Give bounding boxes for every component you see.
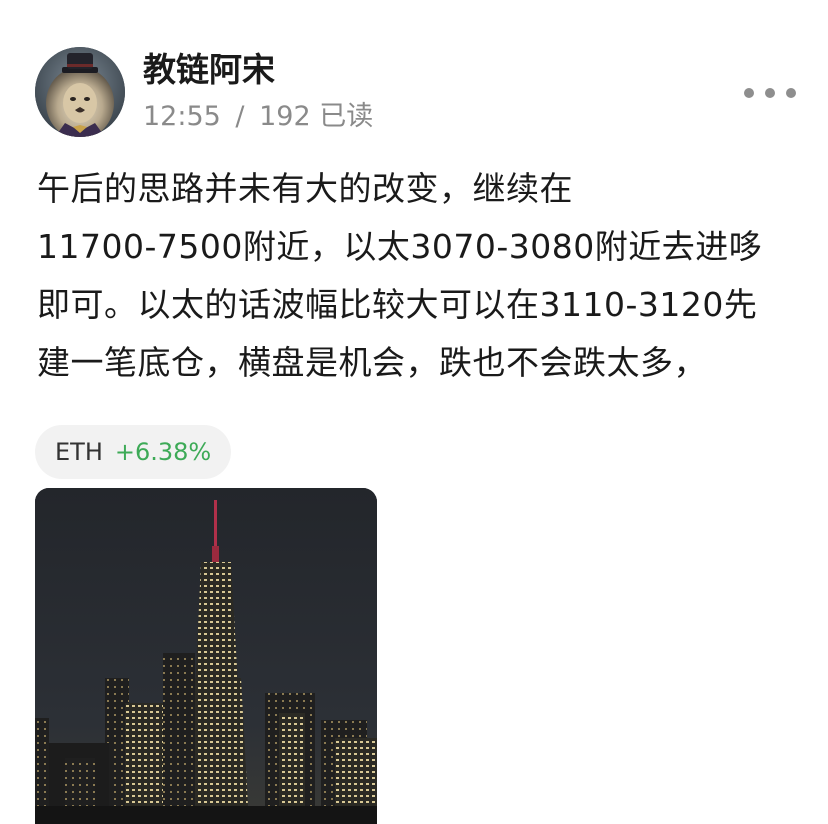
- lion-portrait-icon: [35, 47, 125, 137]
- read-count: 192: [259, 101, 311, 132]
- more-dot-icon: [744, 88, 754, 98]
- post-detail-page: 教链阿宋 12:55 / 192 已读 午后的思路并未有大的改变，继续在 117…: [0, 0, 828, 824]
- ticker-change: +6.38%: [114, 438, 212, 466]
- read-label: 已读: [319, 101, 374, 132]
- city-night-skyline-icon: [35, 488, 377, 824]
- post-meta: 12:55 / 192 已读: [143, 98, 373, 136]
- post-body: 午后的思路并未有大的改变，继续在 11700-7500附近，以太3070-308…: [37, 160, 797, 392]
- post-text-line: 即可。以太的话波幅比较大可以在3110-3120先: [37, 285, 758, 324]
- post-text-line: 11700-7500附近，以太3070-3080附近去进哆: [37, 227, 763, 266]
- author-avatar[interactable]: [35, 47, 125, 137]
- meta-separator: /: [235, 101, 245, 132]
- post-text-line: 午后的思路并未有大的改变，继续在: [37, 169, 573, 208]
- author-name[interactable]: 教链阿宋: [143, 48, 275, 92]
- post-text-line: 建一笔底仓，横盘是机会，跌也不会跌太多，: [37, 343, 707, 382]
- ticker-symbol: ETH: [55, 438, 103, 466]
- ticker-chip[interactable]: ETH +6.38%: [35, 425, 232, 479]
- more-options-button[interactable]: [744, 80, 796, 106]
- more-dot-icon: [786, 88, 796, 98]
- post-time: 12:55: [143, 101, 221, 132]
- more-dot-icon: [765, 88, 775, 98]
- post-image[interactable]: [35, 488, 377, 824]
